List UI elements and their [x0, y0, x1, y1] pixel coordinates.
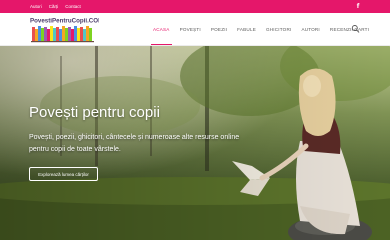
top-bar: Autori Cărți Contact f — [0, 0, 390, 13]
top-links: Autori Cărți Contact — [30, 0, 81, 13]
nav-item-poezii[interactable]: Poezii — [206, 13, 232, 45]
nav-item-ghicitori[interactable]: Ghicitori — [261, 13, 296, 45]
site-logo[interactable]: PovestiPentruCopii.COM — [29, 15, 99, 44]
nav-item-label: Autori — [301, 26, 320, 32]
top-link-carti[interactable]: Cărți — [49, 0, 59, 13]
nav-item-label: Ghicitori — [265, 26, 292, 32]
nav-item-label: Povești — [179, 26, 201, 32]
nav-item-fabule[interactable]: Fabule — [232, 13, 261, 45]
hero-description: Povești, poezii, ghicitori, cântecele și… — [29, 134, 240, 153]
nav-item-acasa[interactable]: Acasa — [148, 13, 175, 45]
nav-item-povesti[interactable]: Povești — [175, 13, 206, 45]
nav-item-label: Recenzii Carti — [329, 26, 370, 32]
nav-item-label: Poezii — [210, 26, 228, 32]
main-nav: Acasa Povești Poezii Fabule Ghicitori Au… — [148, 13, 374, 45]
hero-section: Povești pentru copii Povești, poezii, gh… — [0, 46, 390, 240]
nav-item-recenzii-carti[interactable]: Recenzii Carti — [325, 13, 374, 45]
top-link-contact[interactable]: Contact — [65, 0, 81, 13]
top-link-autori[interactable]: Autori — [30, 0, 42, 13]
explore-books-button[interactable]: Explorează lumea cărților — [29, 167, 98, 181]
search-icon[interactable] — [351, 24, 360, 34]
nav-item-label: Fabule — [237, 26, 256, 32]
logo-books-icon — [31, 26, 94, 43]
nav-item-label: Acasa — [153, 26, 170, 32]
svg-text:PovestiPentruCopii.COM: PovestiPentruCopii.COM — [30, 18, 99, 25]
nav-item-autori[interactable]: Autori — [296, 13, 324, 45]
facebook-icon[interactable]: f — [355, 0, 361, 13]
hero-title: Povești pentru copii — [29, 104, 160, 121]
